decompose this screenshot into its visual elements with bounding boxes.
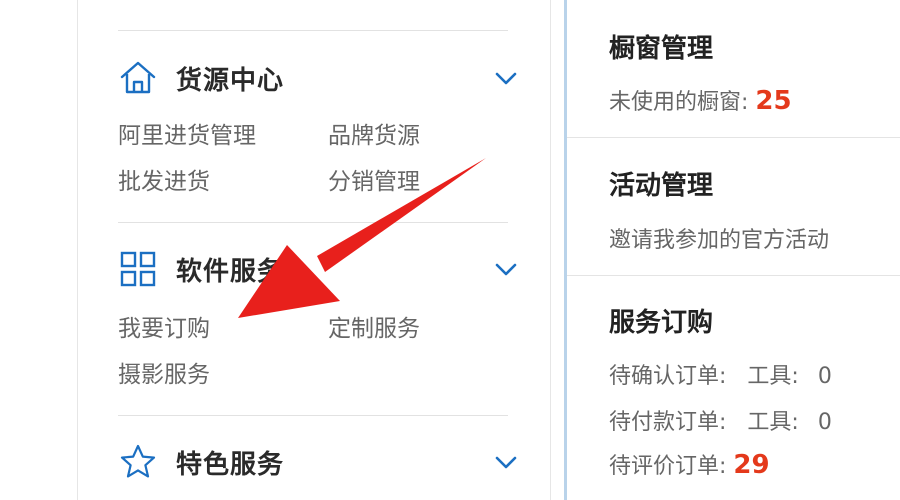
section-header-software-services[interactable]: 软件服务 <box>118 249 518 289</box>
main-panel: 橱窗管理 未使用的橱窗: 25 活动管理 邀请我参加的官方活动 服务订购 待确认… <box>567 0 900 500</box>
official-activity-invitations[interactable]: 邀请我参加的官方活动 <box>609 222 829 254</box>
section-title: 软件服务 <box>176 256 285 287</box>
link-brand-source[interactable]: 品牌货源 <box>328 116 420 150</box>
pending-review-label: 待评价订单: <box>609 454 727 479</box>
pending-payment-label: 待付款订单: <box>609 410 727 435</box>
unused-windows-label: 未使用的橱窗: <box>609 90 749 115</box>
service-subscription-title[interactable]: 服务订购 <box>609 302 713 339</box>
link-distribution-management[interactable]: 分销管理 <box>328 162 420 196</box>
tool-count[interactable]: 0 <box>818 364 832 389</box>
card-divider <box>567 137 900 138</box>
pending-review-row: 待评价订单: 29 <box>609 448 770 480</box>
activity-management-title[interactable]: 活动管理 <box>609 165 713 202</box>
link-custom-service[interactable]: 定制服务 <box>328 309 420 343</box>
chevron-down-icon[interactable] <box>494 450 518 474</box>
chevron-down-icon[interactable] <box>494 257 518 281</box>
link-wholesale-purchase[interactable]: 批发进货 <box>118 162 210 196</box>
link-photography-service[interactable]: 摄影服务 <box>118 355 210 389</box>
pending-confirm-row: 待确认订单: 工具: 0 <box>609 358 832 390</box>
grid-icon <box>118 249 158 289</box>
pending-review-count[interactable]: 29 <box>733 450 769 480</box>
link-subscribe[interactable]: 我要订购 <box>118 309 210 343</box>
window-management-title[interactable]: 橱窗管理 <box>609 28 713 65</box>
sidebar: 货源中心 阿里进货管理 品牌货源 批发进货 分销管理 软件服务 我要订购 定制服… <box>77 0 551 500</box>
unused-windows-line: 未使用的橱窗: 25 <box>609 84 792 116</box>
tool-label: 工具: <box>747 364 799 389</box>
link-ali-purchase-management[interactable]: 阿里进货管理 <box>118 116 256 150</box>
sidebar-divider <box>118 30 508 31</box>
star-icon <box>118 442 158 482</box>
chevron-down-icon[interactable] <box>494 66 518 90</box>
sidebar-divider <box>118 222 508 223</box>
tool-label: 工具: <box>747 410 799 435</box>
pending-confirm-label: 待确认订单: <box>609 364 727 389</box>
section-title: 特色服务 <box>176 449 285 480</box>
unused-windows-count[interactable]: 25 <box>755 86 791 116</box>
home-icon <box>118 58 158 98</box>
tool-count[interactable]: 0 <box>818 410 832 435</box>
pending-payment-row: 待付款订单: 工具: 0 <box>609 404 832 436</box>
card-divider <box>567 275 900 276</box>
section-header-featured-services[interactable]: 特色服务 <box>118 442 518 482</box>
section-header-source-center[interactable]: 货源中心 <box>118 58 518 98</box>
sidebar-divider <box>118 415 508 416</box>
section-title: 货源中心 <box>176 65 285 96</box>
